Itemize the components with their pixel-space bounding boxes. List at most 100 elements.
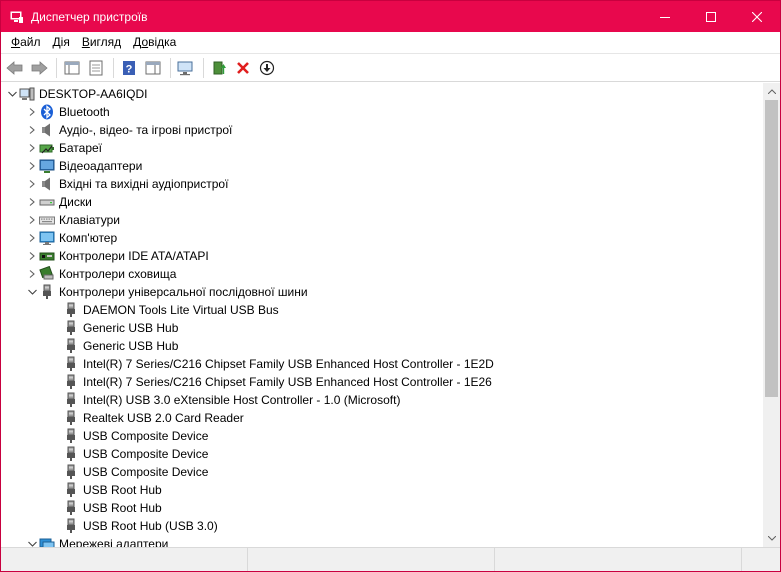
- tree-device[interactable]: DAEMON Tools Lite Virtual USB Bus: [63, 301, 279, 319]
- tree-device[interactable]: USB Root Hub: [63, 499, 162, 517]
- tree-node-label: Комп'ютер: [59, 231, 118, 245]
- chevron-right-icon: [29, 270, 35, 278]
- tree-device[interactable]: Intel(R) 7 Series/C216 Chipset Family US…: [63, 355, 494, 373]
- tree-device[interactable]: USB Composite Device: [63, 427, 208, 445]
- scan-hardware-button[interactable]: [175, 57, 197, 79]
- menu-view[interactable]: Вигляд: [76, 32, 127, 53]
- expand-toggle[interactable]: [25, 193, 39, 211]
- expand-toggle[interactable]: [25, 229, 39, 247]
- tree-device[interactable]: USB Composite Device: [63, 445, 208, 463]
- menu-file[interactable]: Файл: [5, 32, 47, 53]
- tree-category[interactable]: Bluetooth: [25, 103, 110, 121]
- tree-device[interactable]: USB Root Hub (USB 3.0): [63, 517, 218, 535]
- tree-category[interactable]: Відеоадаптери: [25, 157, 142, 175]
- help-icon: ?: [123, 60, 135, 75]
- menu-action[interactable]: Дія: [47, 32, 76, 53]
- chevron-down-icon: [27, 289, 37, 295]
- tree-category[interactable]: Батареї: [25, 139, 102, 157]
- tree-category[interactable]: Комп'ютер: [25, 229, 117, 247]
- expand-toggle[interactable]: [25, 247, 39, 265]
- speaker-icon: [39, 176, 55, 192]
- expand-toggle[interactable]: [25, 211, 39, 229]
- tree-device[interactable]: USB Composite Device: [63, 463, 208, 481]
- tree-node-label: Диски: [59, 195, 92, 209]
- device-manager-app-icon: [9, 9, 25, 25]
- toolbar-separator: [170, 57, 171, 78]
- toolbar: ?: [1, 53, 780, 82]
- tree-category[interactable]: Вхідні та вихідні аудіопристрої: [25, 175, 228, 193]
- chevron-right-icon: [29, 144, 35, 152]
- tree-node-label: USB Root Hub: [83, 501, 162, 515]
- network-adapter-icon: [39, 536, 55, 547]
- maximize-button[interactable]: [688, 1, 734, 32]
- back-button[interactable]: [4, 57, 26, 79]
- expand-toggle[interactable]: [25, 121, 39, 139]
- battery-icon: [39, 140, 55, 156]
- tree-device[interactable]: USB Root Hub: [63, 481, 162, 499]
- speaker-icon: [39, 122, 55, 138]
- tree-node-label: Контролери сховища: [59, 267, 177, 281]
- menu-action-hotkey: Д: [52, 35, 61, 49]
- forward-button[interactable]: [28, 57, 50, 79]
- tree-device[interactable]: Generic USB Hub: [63, 319, 178, 337]
- expand-toggle[interactable]: [25, 139, 39, 157]
- usb-plug-icon: [63, 410, 79, 426]
- expand-toggle[interactable]: [25, 157, 39, 175]
- usb-plug-icon: [63, 518, 79, 534]
- tree-device[interactable]: Intel(R) 7 Series/C216 Chipset Family US…: [63, 373, 492, 391]
- close-button[interactable]: [734, 1, 780, 32]
- tree-category[interactable]: Контролери IDE ATA/ATAPI: [25, 247, 209, 265]
- expand-toggle[interactable]: [25, 265, 39, 283]
- chevron-right-icon: [29, 216, 35, 224]
- device-tree[interactable]: DESKTOP-AA6IQDI Bluetooth Аудіо-, відео- т…: [1, 83, 763, 547]
- svg-text:?: ?: [126, 63, 133, 75]
- update-driver-icon: [213, 61, 226, 74]
- tree-device[interactable]: Intel(R) USB 3.0 eXtensible Host Control…: [63, 391, 400, 409]
- collapse-toggle[interactable]: [25, 283, 39, 301]
- tree-root-computer[interactable]: DESKTOP-AA6IQDI: [5, 85, 147, 103]
- minimize-button[interactable]: [642, 1, 688, 32]
- computer-root-icon: [19, 86, 35, 102]
- uninstall-device-button[interactable]: [232, 57, 254, 79]
- usb-plug-icon: [63, 338, 79, 354]
- collapse-toggle[interactable]: [25, 535, 39, 547]
- tree-category[interactable]: Контролери універсальної послідовної шин…: [25, 283, 308, 301]
- usb-plug-icon: [63, 356, 79, 372]
- tree-node-label: Контролери IDE ATA/ATAPI: [59, 249, 209, 263]
- usb-plug-icon: [63, 302, 79, 318]
- tree-category[interactable]: Мережеві адаптери: [25, 535, 168, 547]
- usb-plug-icon: [63, 374, 79, 390]
- chevron-right-icon: [29, 252, 35, 260]
- expand-toggle[interactable]: [25, 175, 39, 193]
- usb-plug-icon: [39, 284, 55, 300]
- console-tree-button[interactable]: [61, 57, 83, 79]
- scroll-up-button[interactable]: [763, 83, 780, 100]
- scrollbar-thumb[interactable]: [765, 100, 778, 397]
- menu-help[interactable]: Довідка: [127, 32, 182, 53]
- toolbar-separator: [203, 57, 204, 78]
- disable-device-button[interactable]: [256, 57, 278, 79]
- chevron-up-icon: [767, 89, 776, 94]
- update-driver-button[interactable]: [208, 57, 230, 79]
- tree-category[interactable]: Диски: [25, 193, 92, 211]
- scroll-down-button[interactable]: [763, 530, 780, 547]
- vertical-scrollbar[interactable]: [763, 83, 780, 547]
- collapse-toggle[interactable]: [5, 85, 19, 103]
- tree-node-label: Bluetooth: [59, 105, 110, 119]
- tree-device[interactable]: Generic USB Hub: [63, 337, 178, 355]
- help-button[interactable]: ?: [118, 57, 140, 79]
- chevron-right-icon: [29, 234, 35, 242]
- title-bar[interactable]: Диспетчер пристроїв: [1, 1, 780, 32]
- scan-hardware-icon: [177, 61, 193, 75]
- action-pane-button[interactable]: [142, 57, 164, 79]
- tree-device[interactable]: Realtek USB 2.0 Card Reader: [63, 409, 244, 427]
- status-bar: [1, 547, 780, 571]
- properties-button[interactable]: [85, 57, 107, 79]
- tree-category[interactable]: Клавіатури: [25, 211, 120, 229]
- expand-toggle[interactable]: [25, 103, 39, 121]
- tree-category[interactable]: Контролери сховища: [25, 265, 176, 283]
- computer-monitor-icon: [39, 230, 55, 246]
- tree-category[interactable]: Аудіо-, відео- та ігрові пристрої: [25, 121, 232, 139]
- menu-action-label: ія: [60, 35, 70, 49]
- tree-node-label: Intel(R) 7 Series/C216 Chipset Family US…: [83, 375, 492, 389]
